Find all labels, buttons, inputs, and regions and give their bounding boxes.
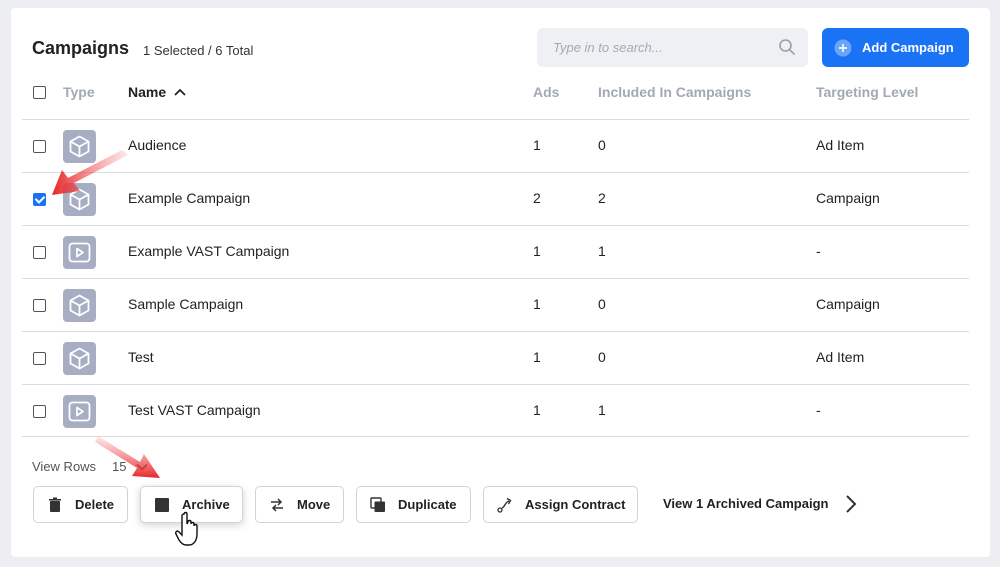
selection-count: 1 Selected / 6 Total: [143, 43, 254, 58]
move-arrows-icon: [271, 497, 283, 512]
row-name[interactable]: Test VAST Campaign: [128, 402, 261, 418]
move-label: Move: [297, 497, 331, 512]
row-included: 1: [598, 402, 606, 418]
table-row[interactable]: Test 1 0 Ad Item: [22, 331, 969, 384]
archive-label: Archive: [182, 497, 230, 512]
row-targeting: Campaign: [816, 190, 880, 206]
sort-ascending-icon: [174, 88, 186, 96]
column-header-type[interactable]: Type: [63, 84, 95, 100]
view-rows-label: View Rows: [32, 459, 97, 474]
row-ads: 1: [533, 243, 541, 259]
search-input[interactable]: Type in to search...: [537, 28, 808, 67]
page-title: Campaigns: [32, 38, 130, 58]
row-ads: 1: [533, 402, 541, 418]
row-name[interactable]: Test: [128, 349, 154, 365]
assign-contract-icon: [497, 497, 512, 513]
row-included: 1: [598, 243, 606, 259]
row-name[interactable]: Example VAST Campaign: [128, 243, 289, 259]
duplicate-button[interactable]: Duplicate: [356, 486, 471, 523]
archive-button[interactable]: Archive: [140, 486, 243, 523]
assign-contract-label: Assign Contract: [525, 497, 626, 512]
table-row[interactable]: Sample Campaign 1 0 Campaign: [22, 278, 969, 331]
column-header-name-label: Name: [128, 84, 167, 100]
row-name[interactable]: Example Campaign: [128, 190, 250, 206]
table-row[interactable]: Example VAST Campaign 1 1 -: [22, 225, 969, 278]
column-header-name[interactable]: Name: [128, 84, 187, 100]
row-checkbox[interactable]: [33, 299, 46, 312]
add-campaign-label: Add Campaign: [862, 40, 954, 55]
select-all-checkbox[interactable]: [33, 86, 46, 99]
row-checkbox[interactable]: [33, 246, 46, 259]
column-header-targeting[interactable]: Targeting Level: [816, 84, 918, 100]
delete-label: Delete: [75, 497, 115, 512]
row-ads: 1: [533, 349, 541, 365]
row-name[interactable]: Audience: [128, 137, 186, 153]
chevron-down-icon: [136, 463, 148, 471]
column-header-included[interactable]: Included In Campaigns: [598, 84, 751, 100]
chevron-right-icon[interactable]: [844, 494, 858, 514]
table-row[interactable]: Audience 1 0 Ad Item: [22, 119, 969, 172]
archive-icon: [155, 497, 169, 512]
duplicate-label: Duplicate: [398, 497, 457, 512]
row-name[interactable]: Sample Campaign: [128, 296, 243, 312]
row-checkbox[interactable]: [33, 140, 46, 153]
row-ads: 1: [533, 296, 541, 312]
row-targeting: -: [816, 402, 821, 418]
row-targeting: Ad Item: [816, 349, 865, 365]
table-row[interactable]: Example Campaign 2 2 Campaign: [22, 172, 969, 225]
view-archived-link[interactable]: View 1 Archived Campaign: [663, 496, 828, 511]
row-checkbox-checked[interactable]: [33, 193, 46, 206]
campaigns-panel: Campaigns 1 Selected / 6 Total Type in t…: [11, 8, 990, 557]
row-checkbox[interactable]: [33, 405, 46, 418]
cube-icon: [63, 342, 96, 375]
search-placeholder: Type in to search...: [553, 40, 663, 55]
row-targeting: Ad Item: [816, 137, 865, 153]
table-row[interactable]: Test VAST Campaign 1 1 -: [22, 384, 969, 437]
view-rows-value: 15: [112, 459, 127, 474]
move-button[interactable]: Move: [255, 486, 344, 523]
delete-button[interactable]: Delete: [33, 486, 128, 523]
row-targeting: Campaign: [816, 296, 880, 312]
cube-icon: [63, 183, 96, 216]
view-rows-select[interactable]: 15: [112, 459, 148, 474]
search-icon[interactable]: [778, 38, 796, 56]
duplicate-icon: [370, 496, 385, 512]
row-included: 0: [598, 296, 606, 312]
row-included: 0: [598, 349, 606, 365]
video-play-icon: [63, 395, 96, 428]
row-checkbox[interactable]: [33, 352, 46, 365]
add-campaign-button[interactable]: Add Campaign: [822, 28, 969, 67]
assign-contract-button[interactable]: Assign Contract: [483, 486, 638, 523]
cube-icon: [63, 289, 96, 322]
row-ads: 1: [533, 137, 541, 153]
column-header-ads[interactable]: Ads: [533, 84, 559, 100]
cube-icon: [63, 130, 96, 163]
row-ads: 2: [533, 190, 541, 206]
row-included: 0: [598, 137, 606, 153]
video-play-icon: [63, 236, 96, 269]
row-targeting: -: [816, 243, 821, 259]
row-included: 2: [598, 190, 606, 206]
trash-icon: [49, 497, 61, 512]
plus-circle-icon: [834, 39, 852, 56]
